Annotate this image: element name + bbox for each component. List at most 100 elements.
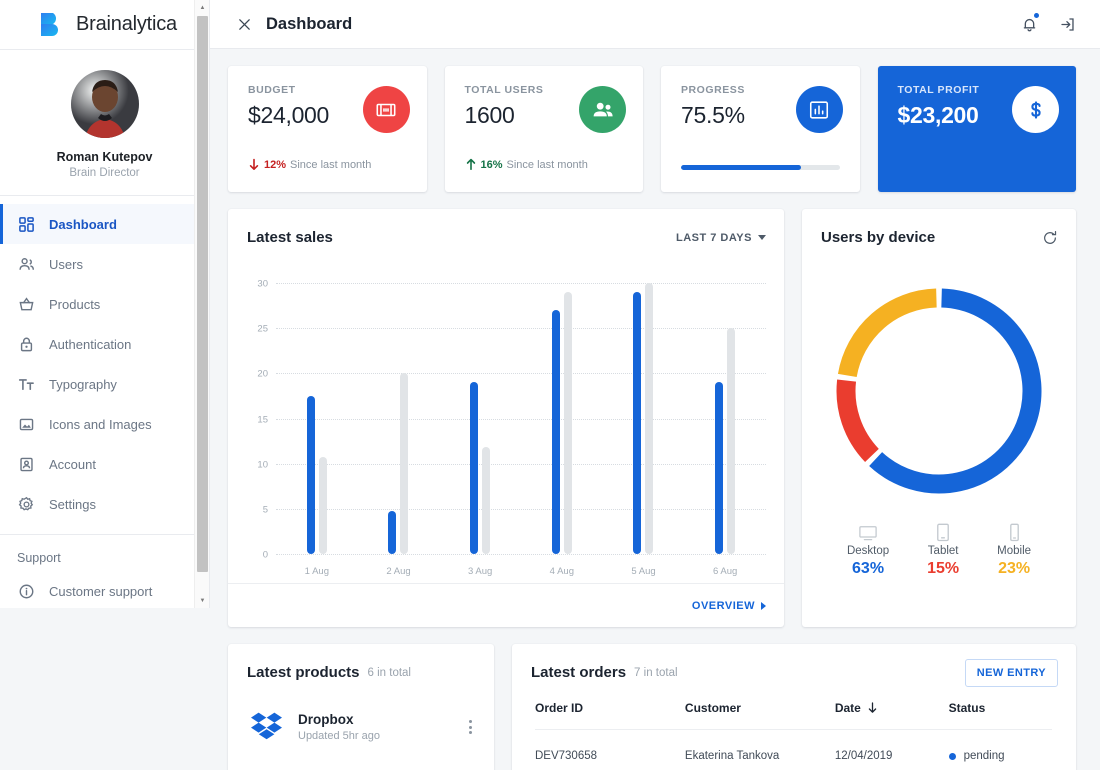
- close-icon[interactable]: [230, 10, 258, 38]
- sidebar-item-products[interactable]: Products: [0, 284, 209, 324]
- chart-bar[interactable]: [715, 382, 724, 554]
- refresh-icon[interactable]: [1042, 230, 1058, 246]
- chart-bar[interactable]: [482, 447, 491, 554]
- profile-block: Roman Kutepov Brain Director: [0, 50, 209, 195]
- legend-pct: 63%: [852, 560, 885, 577]
- chart-bar-group[interactable]: [276, 274, 358, 554]
- legend-item-desktop: Desktop 63%: [847, 522, 889, 578]
- latest-orders-card: Latest orders 7 in total NEW ENTRY Order…: [512, 644, 1076, 770]
- x-axis-tick: 2 Aug: [386, 566, 411, 577]
- dollar-icon: [1012, 86, 1059, 133]
- stat-delta: 16% Since last month: [465, 158, 588, 171]
- sales-bar-chart: 0 5 10 15 20 25 30 1 Aug 2 Aug 3 Aug 4 Aug 5 Aug 6 A…: [228, 266, 784, 584]
- y-axis-tick: 15: [257, 414, 268, 426]
- dropbox-logo: [250, 711, 284, 743]
- stat-value: 75.5%: [681, 102, 745, 128]
- column-header-order-id[interactable]: Order ID: [535, 701, 685, 730]
- list-item[interactable]: Dropbox Updated 5hr ago: [228, 701, 494, 743]
- chart-bar[interactable]: [645, 283, 654, 554]
- donut-segment-tablet[interactable]: [836, 379, 879, 463]
- sidebar-item-account[interactable]: Account: [0, 444, 209, 484]
- y-axis-tick: 5: [262, 504, 268, 516]
- legend-label: Mobile: [997, 545, 1032, 557]
- account-card-icon: [17, 455, 36, 474]
- cell-date: 12/04/2019: [834, 750, 893, 762]
- sidebar-item-icons-and-images[interactable]: Icons and Images: [0, 404, 209, 444]
- scrollbar-thumb[interactable]: [197, 16, 208, 572]
- stat-card-progress: PROGRESS 75.5%: [661, 66, 860, 192]
- date-range-dropdown[interactable]: LAST 7 DAYS: [676, 232, 766, 244]
- donut-segment-mobile[interactable]: [837, 288, 937, 378]
- bell-icon[interactable]: [1016, 11, 1042, 37]
- top-header: Dashboard: [210, 0, 1100, 49]
- info-circle-icon: [17, 582, 36, 601]
- support-heading: Support: [17, 551, 61, 565]
- column-label: Customer: [684, 701, 741, 715]
- orders-table: Order ID Customer Date Status DEV730658 …: [535, 701, 1052, 762]
- avatar[interactable]: [70, 70, 139, 138]
- overview-link[interactable]: OVERVIEW: [692, 600, 766, 612]
- x-axis-tick: 3 Aug: [468, 566, 493, 577]
- table-row[interactable]: DEV730658 Ekaterina Tankova 12/04/2019 p…: [535, 730, 1052, 762]
- new-entry-button[interactable]: NEW ENTRY: [964, 658, 1058, 687]
- sidebar-item-customer-support[interactable]: Customer support: [0, 571, 209, 608]
- chart-bar[interactable]: [388, 510, 397, 554]
- latest-sales-card: Latest sales LAST 7 DAYS 0 5 10 15 20 25 30 1 A…: [228, 209, 784, 627]
- date-range-label: LAST 7 DAYS: [675, 231, 752, 244]
- sidebar-scrollbar[interactable]: ▲ ▼: [194, 0, 209, 608]
- chart-bar[interactable]: [400, 373, 409, 554]
- sidebar-item-label: Authentication: [49, 336, 132, 352]
- chart-bar-group[interactable]: [358, 274, 440, 554]
- chart-bar[interactable]: [563, 292, 572, 554]
- latest-products-card: Latest products 6 in total Dropbox Updat…: [228, 644, 494, 770]
- chart-bar-group[interactable]: [684, 274, 766, 554]
- legend-label: Tablet: [927, 545, 959, 557]
- bottom-row: Latest products 6 in total Dropbox Updat…: [228, 644, 1076, 770]
- chart-bar[interactable]: [306, 395, 315, 554]
- arrow-down-icon: [867, 702, 878, 714]
- scroll-up-arrow-icon[interactable]: ▲: [195, 0, 209, 15]
- sidebar-item-dashboard[interactable]: Dashboard: [0, 204, 209, 244]
- stat-label: BUDGET: [248, 84, 296, 96]
- cell-order-id: DEV730658: [535, 750, 598, 762]
- donut-segment-desktop[interactable]: [869, 288, 1042, 494]
- stat-label: PROGRESS: [681, 84, 745, 96]
- scroll-down-arrow-icon[interactable]: ▼: [195, 593, 209, 608]
- sidebar-nav: Dashboard Users Products Authentication …: [0, 196, 209, 524]
- y-axis-tick: 25: [257, 323, 268, 335]
- kebab-menu-icon[interactable]: [465, 716, 476, 738]
- status-badge: pending: [963, 750, 1005, 762]
- chart-bar[interactable]: [470, 382, 479, 554]
- column-label: Date: [834, 701, 861, 715]
- stat-delta-pct: 12%: [264, 158, 287, 171]
- logout-icon[interactable]: [1054, 11, 1080, 37]
- chart-bar-group[interactable]: [603, 274, 685, 554]
- stat-delta-pct: 16%: [480, 158, 503, 171]
- money-bill-icon: [362, 86, 410, 133]
- chart-bar[interactable]: [727, 328, 736, 554]
- sidebar-item-label: Dashboard: [49, 216, 117, 232]
- chart-bar-group[interactable]: [521, 274, 603, 554]
- sidebar-item-authentication[interactable]: Authentication: [0, 324, 209, 364]
- sidebar-item-users[interactable]: Users: [0, 244, 209, 284]
- x-axis-tick: 6 Aug: [713, 566, 738, 577]
- column-header-date[interactable]: Date: [834, 701, 949, 730]
- chart-bar-group[interactable]: [439, 274, 521, 554]
- profile-role: Brain Director: [69, 167, 140, 179]
- chart-bar[interactable]: [318, 457, 327, 554]
- chart-gridline: 0: [263, 550, 766, 561]
- y-axis-tick: 30: [257, 278, 268, 290]
- column-header-status[interactable]: Status: [948, 701, 1052, 730]
- sidebar-item-settings[interactable]: Settings: [0, 484, 209, 524]
- sidebar-item-typography[interactable]: Typography: [0, 364, 209, 404]
- chart-bar[interactable]: [633, 292, 642, 554]
- users-icon: [17, 255, 36, 274]
- column-header-customer[interactable]: Customer: [684, 701, 835, 730]
- stat-delta-text: Since last month: [506, 158, 588, 171]
- cell-status: pending: [948, 730, 1052, 762]
- chart-bar[interactable]: [551, 310, 560, 554]
- products-count: 6 in total: [367, 666, 411, 679]
- stat-value: $24,000: [248, 102, 330, 128]
- brand[interactable]: Brainalytica: [0, 0, 209, 49]
- bar-chart-icon: [795, 86, 843, 133]
